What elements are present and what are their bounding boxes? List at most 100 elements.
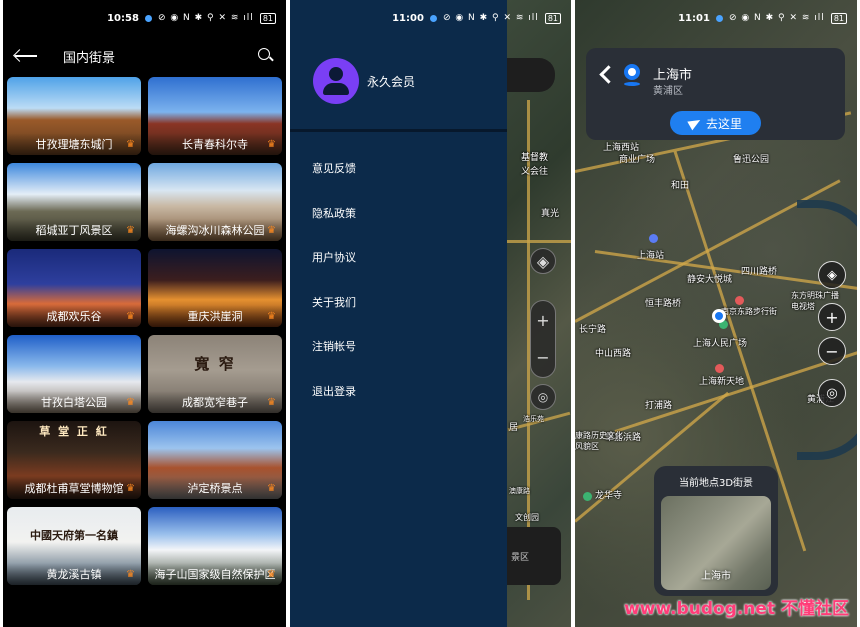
poi-marker-icon[interactable] <box>735 296 744 305</box>
layers-icon[interactable]: ◈ <box>530 248 556 274</box>
scenic-tile[interactable]: 甘孜白塔公园 ♛ <box>7 335 141 413</box>
battery-icon: 81 <box>544 12 561 24</box>
locate-icon[interactable]: ◎ <box>818 379 846 407</box>
map-label: 长宁路 <box>579 325 607 335</box>
tile-photo-text <box>148 163 282 219</box>
scenic-tile[interactable]: 重庆洪崖洞 ♛ <box>148 249 282 327</box>
tile-photo-text <box>7 335 141 391</box>
street-view-list-screen: 10:58 ⊘ ◉ N ✱ ⚲ ✕ ≋ ıll 81 国内街景 甘孜理塘东城门 ♛… <box>3 0 286 627</box>
tile-label: 长青春科尔寺 <box>148 133 282 155</box>
notification-dot-icon <box>429 14 437 22</box>
watermark: www.budog.net 不懂社区 <box>624 599 849 619</box>
district-name: 黄浦区 <box>653 86 683 97</box>
pin-base <box>624 82 640 86</box>
status-bar: 11:01 ⊘ ◉ N ✱ ⚲ ✕ ≋ ıll 81 <box>575 0 857 36</box>
location-card: 上海市 黄浦区 去这里 <box>586 48 845 140</box>
crown-icon: ♛ <box>126 397 135 408</box>
zoom-out-icon[interactable]: − <box>536 348 549 367</box>
poi-marker-icon[interactable] <box>715 364 724 373</box>
layers-icon[interactable]: ◈ <box>818 261 846 289</box>
tile-label: 甘孜理塘东城门 <box>7 133 141 155</box>
scenic-tile[interactable]: 稻城亚丁风景区 ♛ <box>7 163 141 241</box>
crown-icon: ♛ <box>126 139 135 150</box>
map-label: 浩乐苑 <box>523 415 544 423</box>
menu-item-about[interactable]: 关于我们 <box>312 294 356 339</box>
map-label: 上海人民广场 <box>693 339 748 349</box>
tile-label: 黄龙溪古镇 <box>7 563 141 585</box>
crown-icon: ♛ <box>267 397 276 408</box>
search-icon[interactable] <box>258 48 274 64</box>
map-label: 和田 <box>671 181 690 191</box>
side-drawer-screen: 基督教 义会往 真光 居 浩乐苑 澳康路 文创园 ◈ + − ◎ 景区 11:00… <box>290 0 571 627</box>
poi-marker-icon[interactable] <box>583 492 592 501</box>
scenic-tile[interactable]: 海螺沟冰川森林公园 ♛ <box>148 163 282 241</box>
navigate-here-button[interactable]: 去这里 <box>670 111 761 135</box>
map-label: 恒丰路桥 <box>645 299 682 309</box>
map-label: 康路历史文化风貌区 <box>575 431 623 451</box>
map-label: 上海新天地 <box>699 377 745 387</box>
send-icon <box>687 115 703 131</box>
zoom-in-icon[interactable]: + <box>818 303 846 331</box>
tile-photo-text <box>7 249 141 305</box>
avatar[interactable] <box>313 58 359 104</box>
profile-section[interactable]: 永久会员 <box>313 58 415 104</box>
scenic-tile[interactable]: 草 堂 正 紅成都杜甫草堂博物馆 ♛ <box>7 421 141 499</box>
map-search-bar[interactable] <box>507 58 555 92</box>
zoom-control[interactable]: + − <box>530 300 556 378</box>
back-arrow-icon[interactable] <box>13 46 39 66</box>
map-label: 景区 <box>511 552 530 563</box>
menu-item-feedback[interactable]: 意见反馈 <box>312 160 356 205</box>
crown-icon: ♛ <box>267 483 276 494</box>
zoom-in-icon[interactable]: + <box>536 311 549 330</box>
tile-label: 海子山国家级自然保护区 <box>148 563 282 585</box>
location-pin-icon <box>624 64 640 80</box>
map-label: 四川路桥 <box>741 267 778 277</box>
scenic-tile[interactable]: 成都欢乐谷 ♛ <box>7 249 141 327</box>
zoom-out-icon[interactable]: − <box>818 337 846 365</box>
status-time: 11:01 <box>678 12 710 24</box>
map-label: 龙华寺 <box>595 491 623 501</box>
scenic-tile[interactable]: 中國天府第一名鎮 黄龙溪古镇 ♛ <box>7 507 141 585</box>
crown-icon: ♛ <box>267 311 276 322</box>
scenic-tile[interactable]: 海子山国家级自然保护区 ♛ <box>148 507 282 585</box>
tile-photo-text: 寬 窄 <box>194 354 236 373</box>
notification-dot-icon <box>715 14 723 22</box>
poi-marker-icon[interactable] <box>649 234 658 243</box>
status-icons: ⊘ ◉ N ✱ ⚲ ✕ ≋ ıll <box>728 13 825 23</box>
status-bar: 10:58 ⊘ ◉ N ✱ ⚲ ✕ ≋ ıll 81 <box>3 0 286 36</box>
crown-icon: ♛ <box>267 139 276 150</box>
map-label: 真光 <box>541 209 560 219</box>
menu-item-privacy[interactable]: 隐私政策 <box>312 205 356 250</box>
page-title: 国内街景 <box>63 50 116 66</box>
menu-item-agreement[interactable]: 用户协议 <box>312 249 356 294</box>
crown-icon: ♛ <box>267 225 276 236</box>
locate-icon[interactable]: ◎ <box>530 384 556 410</box>
thumbnail-label: 上海市 <box>701 571 731 582</box>
scenic-tile[interactable]: 泸定桥景点 ♛ <box>148 421 282 499</box>
tile-label: 甘孜白塔公园 <box>7 391 141 413</box>
tile-photo-text <box>148 249 282 305</box>
scenic-tile[interactable]: 寬 窄成都宽窄巷子 ♛ <box>148 335 282 413</box>
scenic-tile[interactable]: 长青春科尔寺 ♛ <box>148 77 282 155</box>
map-label: 居 <box>509 423 519 433</box>
street-view-title: 当前地点3D街景 <box>678 478 754 489</box>
tile-photo-text: 中國天府第一名鎮 <box>30 529 118 542</box>
street-view-3d-card: 当前地点3D街景 上海市 <box>654 466 778 596</box>
battery-icon: 81 <box>259 12 276 24</box>
scenic-tile[interactable]: 甘孜理塘东城门 ♛ <box>7 77 141 155</box>
map-bottom-card[interactable]: 景区 <box>507 527 561 585</box>
tile-label: 泸定桥景点 <box>148 477 282 499</box>
map-label: 义会往 <box>521 167 549 177</box>
menu-item-delete-account[interactable]: 注销帐号 <box>312 338 356 383</box>
crown-icon: ♛ <box>126 311 135 322</box>
map-label: 商业广场 <box>619 155 656 165</box>
back-chevron-icon[interactable] <box>598 64 612 82</box>
battery-icon: 81 <box>830 12 847 24</box>
street-view-thumbnail[interactable]: 上海市 <box>661 496 771 590</box>
map-label: 基督教 <box>521 153 549 163</box>
tile-photo-text <box>7 77 141 133</box>
status-time: 11:00 <box>392 12 424 24</box>
tile-label: 成都宽窄巷子 <box>148 391 282 413</box>
tile-label: 成都杜甫草堂博物馆 <box>7 477 141 499</box>
menu-item-logout[interactable]: 退出登录 <box>312 383 356 428</box>
